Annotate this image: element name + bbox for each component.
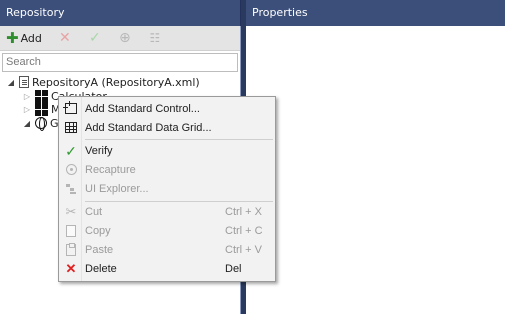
menu-item-label: Recapture — [85, 163, 136, 176]
recapture-button[interactable]: ⊕ — [114, 28, 136, 48]
plus-icon: ✚ — [6, 28, 19, 47]
tree-node-root-label: RepositoryA (RepositoryA.xml) — [32, 75, 200, 89]
x-icon: ✕ — [65, 261, 77, 276]
target-icon — [64, 163, 78, 177]
collapse-arrow-icon[interactable]: ◢ — [6, 78, 16, 87]
menu-item-add-standard-data-grid[interactable]: Add Standard Data Grid... — [59, 118, 275, 137]
menu-separator — [85, 139, 273, 140]
context-menu: Add Standard Control... Add Standard Dat… — [58, 96, 276, 282]
properties-pane-title: Properties — [246, 0, 505, 26]
menu-item-label: Add Standard Control... — [85, 102, 200, 115]
menu-item-shortcut: Ctrl + V — [225, 243, 262, 256]
expand-arrow-icon[interactable]: ▷ — [22, 92, 32, 101]
tree-icon — [64, 182, 78, 196]
scissors-icon: ✂ — [65, 204, 77, 219]
repository-pane-title: Repository — [0, 0, 241, 26]
menu-item-label: Cut — [85, 205, 103, 218]
x-icon: ✕ — [59, 30, 71, 46]
menu-item-label: Paste — [85, 243, 114, 256]
verify-button[interactable]: ✓ — [84, 28, 106, 48]
menu-item-shortcut: Del — [225, 262, 242, 275]
target-icon: ⊕ — [119, 30, 131, 46]
ui-explorer-button[interactable]: ☷ — [144, 28, 166, 48]
document-icon — [19, 76, 29, 88]
data-grid-icon — [64, 121, 78, 135]
tree-node-g[interactable]: ◢ G — [22, 115, 59, 131]
menu-item-verify[interactable]: ✓ Verify — [59, 141, 275, 160]
menu-item-shortcut: Ctrl + X — [225, 205, 262, 218]
menu-item-add-standard-control[interactable]: Add Standard Control... — [59, 99, 275, 118]
search-input[interactable]: Search — [2, 53, 238, 72]
menu-item-cut[interactable]: ✂ Cut Ctrl + X — [59, 202, 275, 221]
check-icon: ✓ — [65, 142, 77, 159]
menu-item-copy[interactable]: Copy Ctrl + C — [59, 221, 275, 240]
menu-item-label: Copy — [85, 224, 111, 237]
add-button[interactable]: ✚ Add — [6, 28, 42, 48]
menu-item-label: Delete — [85, 262, 117, 275]
globe-icon — [35, 117, 47, 131]
menu-item-label: UI Explorer... — [85, 182, 149, 195]
collapse-arrow-icon[interactable]: ◢ — [22, 119, 32, 128]
expand-arrow-icon[interactable]: ▷ — [22, 105, 32, 114]
repository-toolbar: ✚ Add ✕ ✓ ⊕ ☷ — [0, 26, 240, 51]
delete-button[interactable]: ✕ — [54, 28, 76, 48]
add-control-icon — [63, 101, 78, 116]
check-icon: ✓ — [89, 30, 101, 46]
menu-item-delete[interactable]: ✕ Delete Del — [59, 259, 275, 278]
add-button-label: Add — [20, 31, 42, 45]
menu-item-ui-explorer[interactable]: UI Explorer... — [59, 179, 275, 198]
copy-icon — [64, 224, 78, 238]
menu-item-label: Add Standard Data Grid... — [85, 121, 212, 134]
paste-icon — [64, 242, 78, 257]
menu-item-recapture[interactable]: Recapture — [59, 160, 275, 179]
tree-icon: ☷ — [149, 31, 161, 45]
menu-item-shortcut: Ctrl + C — [225, 224, 263, 237]
windows-icon — [35, 102, 48, 116]
menu-item-paste[interactable]: Paste Ctrl + V — [59, 240, 275, 259]
properties-pane — [246, 26, 505, 314]
menu-item-label: Verify — [85, 144, 113, 157]
